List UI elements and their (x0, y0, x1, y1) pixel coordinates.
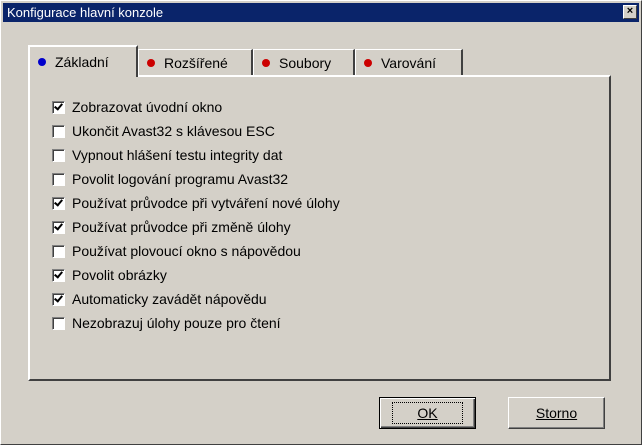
cancel-label: Storno (535, 405, 578, 421)
title-bar[interactable]: Konfigurace hlavní konzole × (3, 3, 639, 22)
checkbox[interactable] (52, 220, 65, 234)
tab-rozsirene[interactable]: Rozšířené (138, 49, 253, 75)
cancel-button[interactable]: Storno (508, 397, 605, 429)
option-label: Povolit obrázky (72, 267, 167, 283)
window-title: Konfigurace hlavní konzole (7, 5, 164, 20)
tab-varovani[interactable]: Varování (355, 49, 463, 75)
option-label: Zobrazovat úvodní okno (72, 99, 223, 115)
checkbox[interactable] (52, 196, 65, 210)
tab-status-dot-icon (38, 58, 46, 66)
option-label: Vypnout hlášení testu integrity dat (72, 147, 283, 163)
option-row[interactable]: Zobrazovat úvodní okno (52, 97, 222, 117)
option-row[interactable]: Používat plovoucí okno s nápovědou (52, 241, 301, 261)
option-row[interactable]: Povolit logování programu Avast32 (52, 169, 288, 189)
option-label: Ukončit Avast32 s klávesou ESC (72, 123, 275, 139)
checkbox[interactable] (52, 316, 65, 330)
checkbox[interactable] (52, 292, 65, 306)
option-row[interactable]: Automaticky zavádět nápovědu (52, 289, 267, 309)
tab-status-dot-icon (262, 58, 270, 67)
tab-panel-zakladni: Zobrazovat úvodní okno Ukončit Avast32 s… (28, 75, 611, 381)
close-icon[interactable]: × (623, 5, 637, 19)
option-row[interactable]: Ukončit Avast32 s klávesou ESC (52, 121, 275, 141)
option-label: Povolit logování programu Avast32 (72, 171, 289, 187)
ok-label: OK (417, 405, 438, 421)
option-label: Nezobrazuj úlohy pouze pro čtení (72, 315, 281, 331)
option-row[interactable]: Vypnout hlášení testu integrity dat (52, 145, 282, 165)
dialog-window: Konfigurace hlavní konzole × Základní Ro… (0, 0, 642, 445)
option-label: Používat plovoucí okno s nápovědou (72, 243, 301, 259)
checkbox[interactable] (52, 148, 65, 162)
option-label: Automaticky zavádět nápovědu (72, 291, 267, 307)
tab-soubory[interactable]: Soubory (253, 49, 355, 75)
checkbox[interactable] (52, 268, 65, 282)
ok-button[interactable]: OK (379, 397, 476, 429)
tab-status-dot-icon (147, 58, 155, 67)
option-row[interactable]: Používat průvodce při změně úlohy (52, 217, 291, 237)
checkbox[interactable] (52, 244, 65, 258)
option-row[interactable]: Nezobrazuj úlohy pouze pro čtení (52, 313, 281, 333)
option-row[interactable]: Používat průvodce při vytváření nové úlo… (52, 193, 340, 213)
tab-label: Rozšířené (164, 54, 228, 71)
tab-zakladni[interactable]: Základní (28, 45, 138, 77)
tab-label: Základní (55, 54, 109, 70)
option-label: Používat průvodce při změně úlohy (72, 219, 291, 235)
ok-focus-ring: OK (392, 402, 463, 424)
tab-label: Soubory (279, 54, 332, 71)
checkbox[interactable] (52, 124, 65, 138)
option-row[interactable]: Povolit obrázky (52, 265, 167, 285)
checkbox[interactable] (52, 100, 65, 114)
tab-label: Varování (381, 54, 436, 71)
tab-status-dot-icon (364, 58, 372, 67)
checkbox[interactable] (52, 172, 65, 186)
option-label: Používat průvodce při vytváření nové úlo… (72, 195, 340, 211)
